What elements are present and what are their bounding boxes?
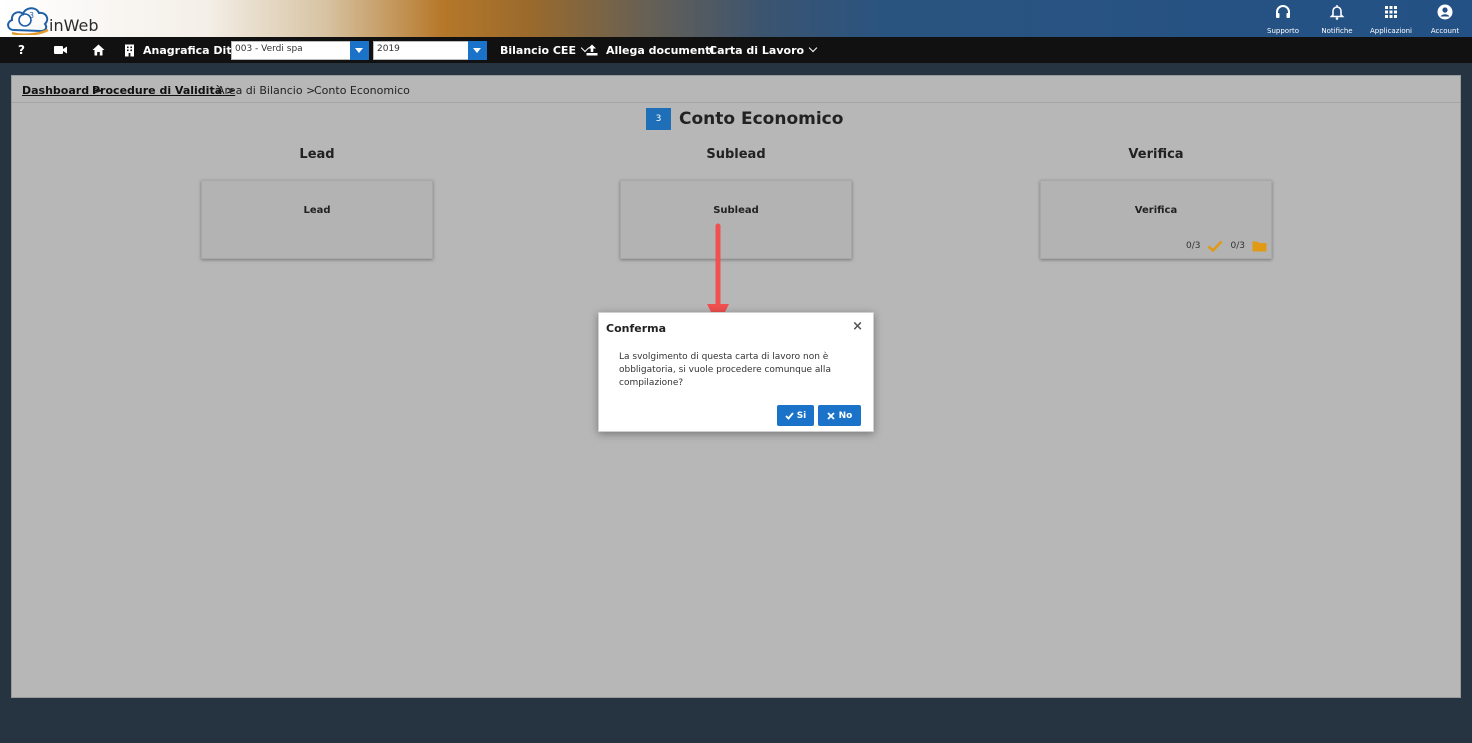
company-label: Anagrafica Ditte <box>143 43 245 57</box>
breadcrumb-area: Area di Bilancio > <box>217 84 316 97</box>
header-actions: Supporto Notifiche Applicazioni Account <box>1256 0 1472 37</box>
year-select-dropdown-icon[interactable] <box>468 41 487 60</box>
account-icon <box>1437 4 1453 20</box>
bilancio-label: Bilancio CEE <box>500 43 576 57</box>
no-button[interactable]: No <box>818 405 861 426</box>
card-lead[interactable]: Lead <box>201 180 433 259</box>
notifications-label: Notifiche <box>1321 27 1353 35</box>
building-icon <box>125 44 134 56</box>
year-select[interactable]: 2019 <box>373 41 487 60</box>
bell-icon <box>1329 5 1345 20</box>
step-badge: 3 <box>646 108 671 130</box>
grid-icon <box>1385 6 1397 18</box>
logo-text: inWeb <box>49 16 99 35</box>
apps-label: Applicazioni <box>1370 27 1412 35</box>
no-label: No <box>838 410 853 421</box>
svg-text:3: 3 <box>29 11 34 20</box>
dialog-message: La svolgimento di questa carta di lavoro… <box>619 352 831 388</box>
company-select-dropdown-icon[interactable] <box>350 41 369 60</box>
support-button[interactable]: Supporto <box>1256 0 1310 37</box>
help-button[interactable]: ? <box>18 37 25 63</box>
attach-label: Allega documenti <box>606 43 715 57</box>
video-button[interactable] <box>54 37 68 63</box>
folder-icon[interactable] <box>1252 240 1267 252</box>
cloud-logo-icon: 3 <box>7 7 49 35</box>
company-registry[interactable]: Anagrafica Ditte <box>124 37 244 63</box>
year-select-value: 2019 <box>377 44 400 54</box>
card-label: Sublead <box>713 205 759 216</box>
yes-button[interactable]: Si <box>777 405 814 426</box>
upload-icon <box>586 44 598 56</box>
document-count: 0/3 <box>1230 241 1245 251</box>
card-verifica[interactable]: Verifica 0/3 0/3 <box>1040 180 1272 259</box>
check-icon <box>785 411 794 420</box>
account-label: Account <box>1430 27 1460 35</box>
column-heading-lead: Lead <box>299 147 335 162</box>
card-label: Verifica <box>1134 205 1178 216</box>
home-button[interactable] <box>92 37 105 63</box>
carta-menu[interactable]: Carta di Lavoro <box>709 37 818 63</box>
breadcrumb-procedure[interactable]: Procedure di Validità > <box>92 84 235 97</box>
help-icon: ? <box>18 43 25 57</box>
dialog-title: Conferma <box>606 322 667 335</box>
breadcrumb-dashboard[interactable]: Dashboard > <box>22 84 102 97</box>
home-icon <box>92 44 105 56</box>
card-stats: 0/3 0/3 <box>1186 240 1267 252</box>
card-label: Lead <box>303 205 331 216</box>
chevron-down-icon <box>808 43 818 53</box>
check-count: 0/3 <box>1186 241 1201 251</box>
headset-icon <box>1276 5 1290 18</box>
video-camera-icon <box>54 46 67 54</box>
support-label: Supporto <box>1267 27 1299 35</box>
checkmark-icon <box>1207 240 1222 252</box>
breadcrumb-current: Conto Economico <box>314 84 410 97</box>
app-logo[interactable]: 3 inWeb <box>4 3 114 35</box>
page-header: 3 Conto Economico <box>646 107 843 131</box>
attach-documents-button[interactable]: Allega documenti <box>586 37 714 63</box>
account-button[interactable]: Account <box>1418 0 1472 37</box>
x-icon <box>827 411 835 420</box>
column-heading-sublead: Sublead <box>706 147 766 162</box>
company-select[interactable]: 003 - Verdi spa <box>231 41 369 60</box>
bilancio-menu[interactable]: Bilancio CEE <box>500 37 590 63</box>
breadcrumb: Dashboard > Procedure di Validità > Area… <box>12 76 1460 103</box>
company-select-value: 003 - Verdi spa <box>235 44 303 54</box>
notifications-button[interactable]: Notifiche <box>1310 0 1364 37</box>
carta-label: Carta di Lavoro <box>709 43 805 57</box>
apps-button[interactable]: Applicazioni <box>1364 0 1418 37</box>
confirm-dialog: Conferma × La svolgimento di questa cart… <box>598 312 874 432</box>
main-navbar: ? Anagrafica Ditte 003 - Verdi spa 2019 … <box>0 37 1472 63</box>
column-heading-verifica: Verifica <box>1128 147 1184 162</box>
page-title: Conto Economico <box>679 109 844 129</box>
yes-label: Si <box>796 410 807 421</box>
top-header: 3 inWeb Supporto Notifiche Applicazioni … <box>0 0 1472 37</box>
close-icon[interactable]: × <box>852 319 863 334</box>
